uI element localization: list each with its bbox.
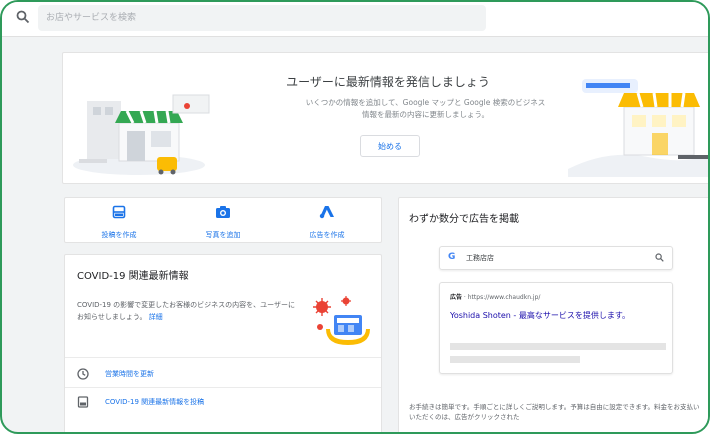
app-frame: ユーザーに最新情報を発信しましょう いくつかの情報を追加して、Google マッ… (0, 0, 710, 434)
create-ad-label: 広告を作成 (309, 231, 345, 239)
create-post-button[interactable]: 投稿を作成 (69, 203, 169, 239)
get-started-button[interactable]: 始める (360, 135, 420, 157)
ad-preview-headline: Yoshida Shoten - 最高なサービスを提供します。 (450, 311, 631, 320)
ad-preview-search-box: G 工務店店 (439, 246, 673, 270)
ad-preview-url: 広告 · https://www.chaudkn.jp/ (450, 294, 541, 301)
top-bar (2, 2, 708, 37)
ad-url-text: https://www.chaudkn.jp/ (467, 294, 541, 301)
banner-description: いくつかの情報を追加して、Google マップと Google 検索のビジネス情… (305, 98, 546, 119)
ads-promo-card: わずか数分で広告を掲載 G 工務店店 広告 · https://www.chau… (398, 197, 708, 432)
update-hours-label: 営業時間を更新 (105, 370, 154, 378)
search-icon (16, 10, 30, 24)
divider (65, 357, 381, 358)
ad-preview-query: 工務店店 (466, 254, 494, 262)
covid-update-card: COVID-19 関連最新情報 COVID-19 の影響で変更したお客様のビジネ… (64, 254, 382, 432)
covid-card-body: COVID-19 の影響で変更したお客様のビジネスの内容を、ユーザーにお知らせし… (77, 299, 302, 323)
create-ad-button[interactable]: 広告を作成 (277, 203, 377, 239)
covid-illustration (313, 296, 370, 345)
shop-illustration (568, 79, 708, 177)
google-ads-icon (319, 206, 334, 219)
placeholder-line (450, 343, 666, 350)
add-photo-label: 写真を追加 (205, 231, 241, 239)
post-covid-update-label: COVID-19 関連最新情報を投稿 (105, 398, 205, 406)
covid-card-text: COVID-19 の影響で変更したお客様のビジネスの内容を、ユーザーにお知らせし… (77, 301, 296, 321)
post-icon (77, 396, 89, 408)
ad-preview-card: 広告 · https://www.chaudkn.jp/ Yoshida Sho… (439, 282, 673, 374)
ads-card-footer-text: お手続きは簡単です。手順ごとに詳しくご説明します。予算は自由に設定できます。料金… (409, 403, 700, 421)
post-icon (112, 205, 126, 219)
google-g-icon: G (448, 252, 456, 262)
clock-icon (77, 368, 89, 380)
search-input[interactable] (38, 5, 486, 31)
create-post-label: 投稿を作成 (101, 231, 137, 239)
placeholder-line (450, 356, 580, 363)
search-icon (655, 253, 664, 262)
divider (65, 387, 381, 388)
camera-icon (216, 206, 230, 218)
announcement-banner: ユーザーに最新情報を発信しましょう いくつかの情報を追加して、Google マッ… (62, 52, 708, 184)
ads-card-title: わずか数分で広告を掲載 (409, 214, 519, 225)
covid-learn-more-link[interactable]: 詳細 (149, 313, 163, 321)
ad-label: 広告 (450, 294, 463, 301)
quick-actions: 投稿を作成 写真を追加 広告を作成 (64, 197, 382, 243)
covid-card-title: COVID-19 関連最新情報 (77, 271, 189, 282)
add-photo-button[interactable]: 写真を追加 (173, 203, 273, 239)
